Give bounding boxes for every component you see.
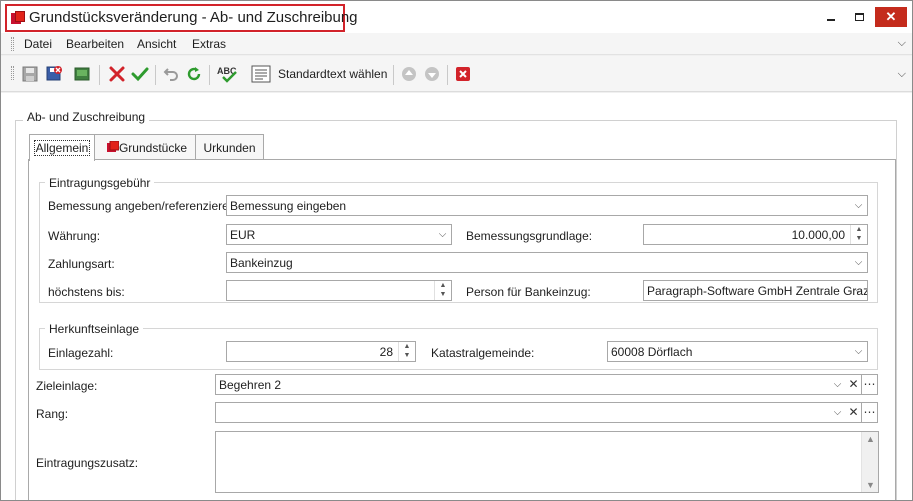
waehrung-select[interactable]: EUR ⌵: [226, 224, 452, 245]
cancel-icon[interactable]: [108, 65, 126, 83]
chevron-down-icon[interactable]: ⌵: [850, 196, 867, 215]
app-icon: [11, 11, 25, 25]
grundlage-label: Bemessungsgrundlage:: [466, 229, 593, 243]
hoechstens-label: höchstens bis:: [48, 285, 125, 299]
spin-down-icon[interactable]: ▼: [851, 234, 867, 243]
toolbar-separator: [393, 65, 394, 85]
close-button[interactable]: ✕: [875, 7, 907, 27]
toolbar-separator: [447, 65, 448, 85]
menu-datei[interactable]: Datei: [24, 37, 52, 51]
maximize-icon: [854, 13, 864, 21]
spin-down-icon[interactable]: ▼: [435, 290, 451, 299]
tab-allgemein[interactable]: Allgemein: [29, 134, 95, 161]
toolbar-chevron-down-icon[interactable]: ⌵: [898, 68, 906, 81]
text-template-icon[interactable]: [251, 65, 271, 83]
spin-up-icon[interactable]: ▲: [851, 225, 867, 234]
scroll-up-icon[interactable]: ▲: [862, 434, 879, 444]
einlagezahl-spin-input[interactable]: 28 ▲ ▼: [226, 341, 416, 362]
hoechstens-spin-input[interactable]: ▲ ▼: [226, 280, 452, 301]
bemessung-label: Bemessung angeben/referenzieren:: [48, 199, 239, 213]
menu-chevron-down-icon[interactable]: ⌵: [898, 37, 906, 50]
confirm-icon[interactable]: [131, 65, 149, 83]
toolbar-separator: [155, 65, 156, 85]
chevron-down-icon[interactable]: ⌵: [850, 253, 867, 272]
menu-bearbeiten[interactable]: Bearbeiten: [66, 37, 124, 51]
refresh-icon[interactable]: [185, 65, 203, 83]
tab-grundstuecke[interactable]: Grundstücke: [94, 134, 196, 160]
waehrung-label: Währung:: [48, 229, 101, 243]
spin-up-icon[interactable]: ▲: [435, 281, 451, 290]
move-up-icon[interactable]: [400, 65, 418, 83]
tab-label: Allgemein: [33, 140, 91, 156]
toolbar-separator: [99, 65, 100, 85]
zieleinlage-label: Zieleinlage:: [36, 379, 98, 393]
chevron-down-icon[interactable]: ⌵: [829, 375, 846, 394]
chevron-down-icon[interactable]: ⌵: [850, 281, 867, 300]
zahlungsart-label: Zahlungsart:: [48, 257, 115, 271]
clear-icon[interactable]: ✕: [846, 402, 862, 423]
chevron-down-icon[interactable]: ⌵: [850, 342, 867, 361]
spin-buttons[interactable]: ▲ ▼: [434, 281, 451, 300]
einlagezahl-label: Einlagezahl:: [48, 346, 114, 360]
spin-buttons[interactable]: ▲ ▼: [398, 342, 415, 361]
toolbar-grip-icon[interactable]: [11, 66, 14, 80]
grundstuecke-icon: [107, 140, 120, 153]
undo-icon[interactable]: [162, 65, 180, 83]
grundlage-spin-input[interactable]: 10.000,00 ▲ ▼: [643, 224, 868, 245]
toolbar-separator: [209, 65, 210, 85]
zusatz-textarea[interactable]: ▲ ▼: [215, 431, 879, 493]
title-bar: Grundstücksveränderung - Ab- und Zuschre…: [1, 1, 912, 33]
minimize-icon: [827, 19, 835, 21]
spin-up-icon[interactable]: ▲: [399, 342, 415, 351]
fieldset-caption: Eintragungsgebühr: [45, 176, 155, 190]
save-close-icon[interactable]: [45, 65, 63, 83]
chevron-down-icon[interactable]: ⌵: [434, 225, 451, 244]
chevron-down-icon[interactable]: ⌵: [829, 403, 846, 422]
spin-down-icon[interactable]: ▼: [399, 351, 415, 360]
fieldset-caption: Herkunftseinlage: [45, 322, 144, 336]
person-label: Person für Bankeinzug:: [466, 285, 591, 299]
window-title: Grundstücksveränderung - Ab- und Zuschre…: [29, 9, 358, 26]
toolbar: ABC Standardtext wählen ⌵: [1, 56, 912, 92]
screen-icon[interactable]: [73, 65, 91, 83]
zahlungsart-select[interactable]: Bankeinzug ⌵: [226, 252, 868, 273]
tab-label: Grundstücke: [118, 141, 188, 155]
more-icon[interactable]: ⋯: [862, 402, 878, 423]
form-content: Ab- und Zuschreibung Allgemein Grundstüc…: [1, 93, 912, 500]
rang-select[interactable]: ⌵: [215, 402, 847, 423]
standardtext-button[interactable]: Standardtext wählen: [278, 67, 387, 81]
minimize-button[interactable]: [817, 7, 845, 27]
tab-urkunden[interactable]: Urkunden: [195, 134, 264, 160]
tab-label: Urkunden: [203, 141, 256, 155]
katastral-label: Katastralgemeinde:: [431, 346, 535, 360]
clear-icon[interactable]: ✕: [846, 374, 862, 395]
spin-buttons[interactable]: ▲ ▼: [850, 225, 867, 244]
more-icon[interactable]: ⋯: [862, 374, 878, 395]
menu-grip-icon[interactable]: [11, 37, 14, 51]
group-caption: Ab- und Zuschreibung: [23, 110, 150, 124]
bemessung-select[interactable]: Bemessung eingeben ⌵: [226, 195, 868, 216]
person-select[interactable]: Paragraph-Software GmbH Zentrale Graz ⌵: [643, 280, 868, 301]
move-down-icon[interactable]: [423, 65, 441, 83]
app-window: Grundstücksveränderung - Ab- und Zuschre…: [0, 0, 913, 501]
zusatz-label: Eintragungszusatz:: [36, 456, 139, 470]
menu-ansicht[interactable]: Ansicht: [137, 37, 176, 51]
memo-scrollbar[interactable]: ▲ ▼: [861, 432, 878, 492]
scroll-down-icon[interactable]: ▼: [862, 480, 879, 490]
maximize-button[interactable]: [845, 7, 873, 27]
katastral-select[interactable]: 60008 Dörflach ⌵: [607, 341, 868, 362]
menu-bar: Datei Bearbeiten Ansicht Extras ⌵: [1, 33, 912, 55]
spellcheck-icon[interactable]: ABC: [216, 65, 242, 83]
save-icon[interactable]: [21, 65, 39, 83]
zieleinlage-select[interactable]: Begehren 2 ⌵: [215, 374, 847, 395]
menu-extras[interactable]: Extras: [192, 37, 226, 51]
close-record-icon[interactable]: [454, 65, 472, 83]
rang-label: Rang:: [36, 407, 69, 421]
